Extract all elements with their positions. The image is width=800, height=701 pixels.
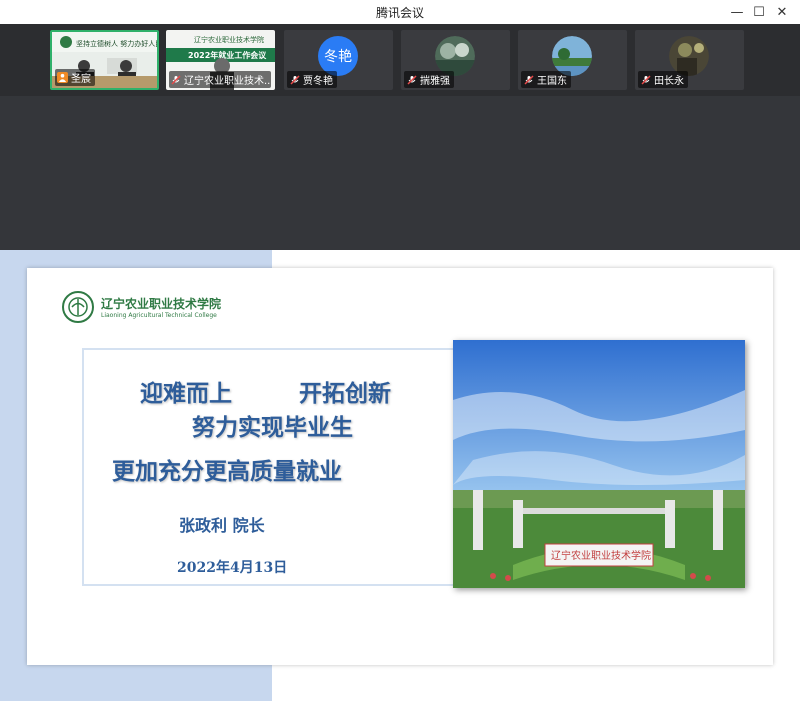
gate-sign-text: 辽宁农业职业技术学院 [551,549,651,562]
participant-name: 王国东 [537,76,567,87]
participant-name-tag: 圣宸 [55,69,95,86]
avatar [669,36,709,76]
participant-name-tag: 王国东 [521,71,571,88]
campus-gate-image: 辽宁农业职业技术学院 [453,340,745,588]
main-video-area [0,96,800,250]
close-button[interactable]: ✕ [773,3,791,21]
video-banner-text: 辽宁农业职业技术学院 [194,35,264,44]
participant-name-tag: 田长永 [638,71,688,88]
avatar: 冬艳 [318,36,358,76]
college-name-en: Liaoning Agricultural Technical College [101,312,217,319]
college-name-cn: 辽宁农业职业技术学院 [101,297,222,311]
minimize-button[interactable]: — [728,3,746,21]
person-icon [57,72,68,83]
mic-off-icon [171,74,181,85]
college-logo: 辽宁农业职业技术学院 Liaoning Agricultural Technic… [61,290,221,324]
campus-photo: 辽宁农业职业技术学院 [453,340,745,588]
mic-off-icon [640,74,651,85]
presentation-date: 2022年4月13日 [177,560,288,576]
video-banner-text: 坚持立德树人 努力办好人民满意的大学 [76,39,157,48]
mic-off-icon [523,74,534,85]
headline-line1-b: 开拓创新 [299,381,391,407]
participant-name-tag: 揣雅强 [404,71,454,88]
participant-name-tag: 辽宁农业职业技术... [169,71,271,88]
window-titlebar: 腾讯会议 — ☐ ✕ [0,0,800,24]
headline-line1-a: 迎难而上 [140,381,232,407]
participant-name-tag: 贾冬艳 [287,71,337,88]
participant-tile[interactable]: 田长永 [635,30,744,90]
avatar-text: 冬艳 [324,49,352,65]
participant-tile[interactable]: 辽宁农业职业技术学院 2022年就业工作会议 辽宁农业职业技术... [166,30,275,90]
maximize-button[interactable]: ☐ [750,3,768,21]
participant-tile[interactable]: 冬艳 贾冬艳 [284,30,393,90]
screen-share-area: 辽宁农业职业技术学院 Liaoning Agricultural Technic… [0,250,800,701]
avatar [552,36,592,76]
participant-tile[interactable]: 揣雅强 [401,30,510,90]
participant-tile[interactable]: 王国东 [518,30,627,90]
participant-name: 辽宁农业职业技术... [184,76,271,87]
participant-name: 田长永 [654,76,684,87]
video-banner-text: 2022年就业工作会议 [188,50,267,60]
participant-strip: 坚持立德树人 努力办好人民满意的大学 圣宸 辽宁农业职业技术学院 2022年就业… [0,24,800,96]
presenter-name: 张政利 院长 [179,516,265,535]
participant-name: 揣雅强 [420,76,450,87]
participant-tile[interactable]: 坚持立德树人 努力办好人民满意的大学 圣宸 [50,30,159,90]
headline-line3: 更加充分更高质量就业 [112,459,342,485]
participant-name: 圣宸 [71,74,91,85]
mic-off-icon [289,74,300,85]
participant-name: 贾冬艳 [303,76,333,87]
presentation-slide: 辽宁农业职业技术学院 Liaoning Agricultural Technic… [27,268,773,665]
window-title: 腾讯会议 [375,6,424,20]
college-seal-icon [62,291,94,323]
avatar [435,36,475,76]
mic-off-icon [406,74,417,85]
headline-line2: 努力实现毕业生 [192,415,353,441]
